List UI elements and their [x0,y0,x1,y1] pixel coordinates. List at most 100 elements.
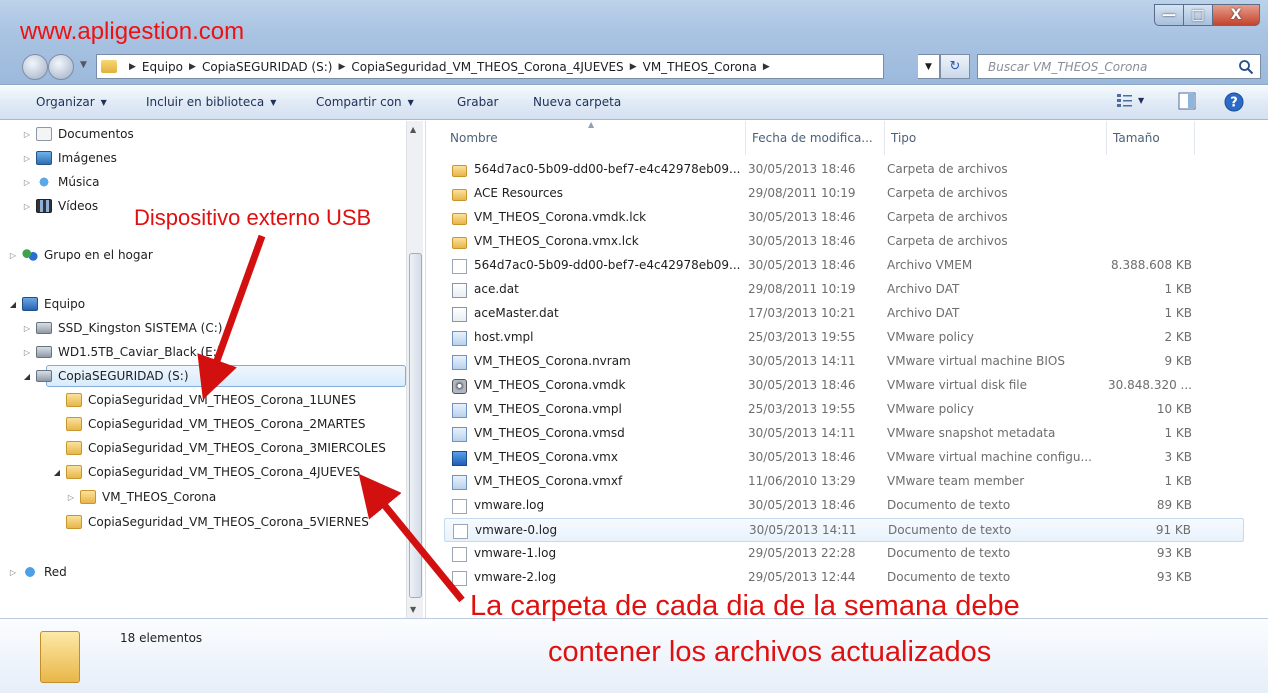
vmware-file-icon [452,403,467,418]
nav-item-1lunes[interactable]: CopiaSeguridad_VM_THEOS_Corona_1LUNES [52,389,356,411]
refresh-button[interactable]: ↻ [940,54,970,79]
expand-arrow-icon[interactable]: ▷ [8,568,18,577]
table-row[interactable]: host.vmpl 25/03/2013 19:55 VMware policy… [444,326,1244,350]
file-type: Carpeta de archivos [887,210,1008,224]
back-button[interactable] [22,54,48,80]
nav-item-red[interactable]: ▷ Red [8,561,67,583]
file-type: Documento de texto [887,546,1011,560]
nav-item-wd[interactable]: ▷ WD1.5TB_Caviar_Black (E:) [22,341,222,363]
expand-arrow-icon[interactable]: ▷ [22,178,32,187]
chevron-down-icon: ▼ [270,97,277,107]
table-row[interactable]: VM_THEOS_Corona.vmdk.lck 30/05/2013 18:4… [444,206,1244,230]
minimize-button[interactable]: — [1154,4,1184,26]
table-row[interactable]: vmware.log 30/05/2013 18:46 Documento de… [444,494,1244,518]
table-row[interactable]: VM_THEOS_Corona.nvram 30/05/2013 14:11 V… [444,350,1244,374]
organize-label: Organizar [36,95,95,109]
share-with-menu[interactable]: Compartir con ▼ [316,95,414,109]
nav-item-label: Documentos [58,127,134,141]
nav-item-homegroup[interactable]: ▷ Grupo en el hogar [8,244,153,266]
file-name: vmware-1.log [474,546,557,560]
column-header-type[interactable]: Tipo [885,121,1107,155]
expand-arrow-icon[interactable]: ▷ [66,493,76,502]
expand-arrow-icon[interactable]: ▷ [22,324,32,333]
file-type: Archivo DAT [887,282,960,296]
command-bar: Organizar ▼ Incluir en biblioteca ▼ Compar… [0,86,1268,120]
nav-item-label: Imágenes [58,151,117,165]
table-row[interactable]: vmware-2.log 29/05/2013 12:44 Documento … [444,566,1244,590]
nav-item-5viernes[interactable]: CopiaSeguridad_VM_THEOS_Corona_5VIERNES [52,511,369,533]
table-row[interactable]: VM_THEOS_Corona.vmpl 25/03/2013 19:55 VM… [444,398,1244,422]
new-folder-button[interactable]: Nueva carpeta [533,95,621,109]
breadcrumb-vm-theos-corona[interactable]: VM_THEOS_Corona [643,60,757,74]
address-bar[interactable]: ▶ Equipo ▶ CopiaSEGURIDAD (S:) ▶ CopiaSe… [96,54,884,79]
nav-item-copiaseguridad[interactable]: ◢ CopiaSEGURIDAD (S:) [22,365,189,387]
file-size: 9 KB [1164,354,1192,368]
table-row[interactable]: VM_THEOS_Corona.vmxf 11/06/2010 13:29 VM… [444,470,1244,494]
vm-config-icon [452,451,467,466]
close-button[interactable]: X [1212,4,1260,26]
breadcrumb-4jueves[interactable]: CopiaSeguridad_VM_THEOS_Corona_4JUEVES [351,60,623,74]
window-titlebar: www.apligestion.com — □ X ▼ ▶ Equipo ▶ C… [0,0,1268,85]
table-row[interactable]: VM_THEOS_Corona.vmsd 30/05/2013 14:11 VM… [444,422,1244,446]
scroll-thumb[interactable] [409,253,422,598]
table-row[interactable]: vmware-1.log 29/05/2013 22:28 Documento … [444,542,1244,566]
nav-item-documentos[interactable]: ▷ Documentos [22,123,134,145]
table-row[interactable]: 564d7ac0-5b09-dd00-bef7-e4c42978eb09... … [444,254,1244,278]
nav-item-vm-theos-corona[interactable]: ▷ VM_THEOS_Corona [66,486,216,508]
table-row[interactable]: aceMaster.dat 17/03/2013 10:21 Archivo D… [444,302,1244,326]
nav-item-4jueves[interactable]: ◢ CopiaSeguridad_VM_THEOS_Corona_4JUEVES [52,461,360,483]
file-date: 30/05/2013 18:46 [748,498,856,512]
forward-button[interactable] [48,54,74,80]
collapse-arrow-icon[interactable]: ◢ [8,300,18,309]
help-button[interactable]: ? [1224,92,1244,112]
scroll-up-arrow-icon[interactable]: ▲ [410,125,416,134]
organize-menu[interactable]: Organizar ▼ [36,95,107,109]
expand-arrow-icon[interactable]: ▷ [8,251,18,260]
column-header-name[interactable]: Nombre [444,121,746,155]
pictures-icon [36,151,52,165]
nav-item-equipo[interactable]: ◢ Equipo [8,293,85,315]
expand-arrow-icon[interactable]: ▷ [22,154,32,163]
file-date: 29/08/2011 10:19 [748,186,856,200]
text-file-icon [453,524,468,539]
column-header-date[interactable]: Fecha de modifica... [746,121,885,155]
nav-scrollbar[interactable]: ▲ ▼ [406,121,423,618]
nav-item-imagenes[interactable]: ▷ Imágenes [22,147,117,169]
table-row-selected[interactable]: vmware-0.log 30/05/2013 14:11 Documento … [444,518,1244,542]
preview-pane-icon [1178,92,1196,110]
search-icon[interactable] [1238,59,1254,75]
nav-item-2martes[interactable]: CopiaSeguridad_VM_THEOS_Corona_2MARTES [52,413,366,435]
column-header-size[interactable]: Tamaño [1107,121,1195,155]
address-history-dropdown[interactable]: ▼ [918,54,940,79]
file-size: 93 KB [1156,546,1192,560]
collapse-arrow-icon[interactable]: ◢ [52,468,62,477]
collapse-arrow-icon[interactable]: ◢ [22,372,32,381]
table-row[interactable]: ace.dat 29/08/2011 10:19 Archivo DAT 1 K… [444,278,1244,302]
item-count: 18 elementos [120,631,203,645]
search-input[interactable]: Buscar VM_THEOS_Corona [977,54,1261,79]
nav-item-3miercoles[interactable]: CopiaSeguridad_VM_THEOS_Corona_3MIERCOLE… [52,437,386,459]
nav-item-musica[interactable]: ▷ Música [22,171,100,193]
preview-pane-button[interactable] [1178,92,1196,110]
include-in-library-menu[interactable]: Incluir en biblioteca ▼ [146,95,276,109]
table-row[interactable]: ACE Resources 29/08/2011 10:19 Carpeta d… [444,182,1244,206]
recent-pages-dropdown[interactable]: ▼ [80,60,87,70]
breadcrumb-copiaseguridad[interactable]: CopiaSEGURIDAD (S:) [202,60,333,74]
file-size: 10 KB [1156,402,1192,416]
expand-arrow-icon[interactable]: ▷ [22,202,32,211]
scroll-down-arrow-icon[interactable]: ▼ [410,605,416,614]
nav-item-ssd[interactable]: ▷ SSD_Kingston SISTEMA (C:) [22,317,223,339]
change-view-button[interactable]: ▼ [1116,92,1144,108]
burn-button[interactable]: Grabar [457,95,499,109]
table-row[interactable]: VM_THEOS_Corona.vmx 30/05/2013 18:46 VMw… [444,446,1244,470]
breadcrumb-equipo[interactable]: Equipo [142,60,183,74]
nav-item-videos[interactable]: ▷ Vídeos [22,195,98,217]
file-date: 29/05/2013 22:28 [748,546,856,560]
expand-arrow-icon[interactable]: ▷ [22,130,32,139]
table-row[interactable]: 564d7ac0-5b09-dd00-bef7-e4c42978eb09... … [444,158,1244,182]
file-name: host.vmpl [474,330,534,344]
maximize-button[interactable]: □ [1183,4,1213,26]
table-row[interactable]: VM_THEOS_Corona.vmx.lck 30/05/2013 18:46… [444,230,1244,254]
table-row[interactable]: VM_THEOS_Corona.vmdk 30/05/2013 18:46 VM… [444,374,1244,398]
expand-arrow-icon[interactable]: ▷ [22,348,32,357]
